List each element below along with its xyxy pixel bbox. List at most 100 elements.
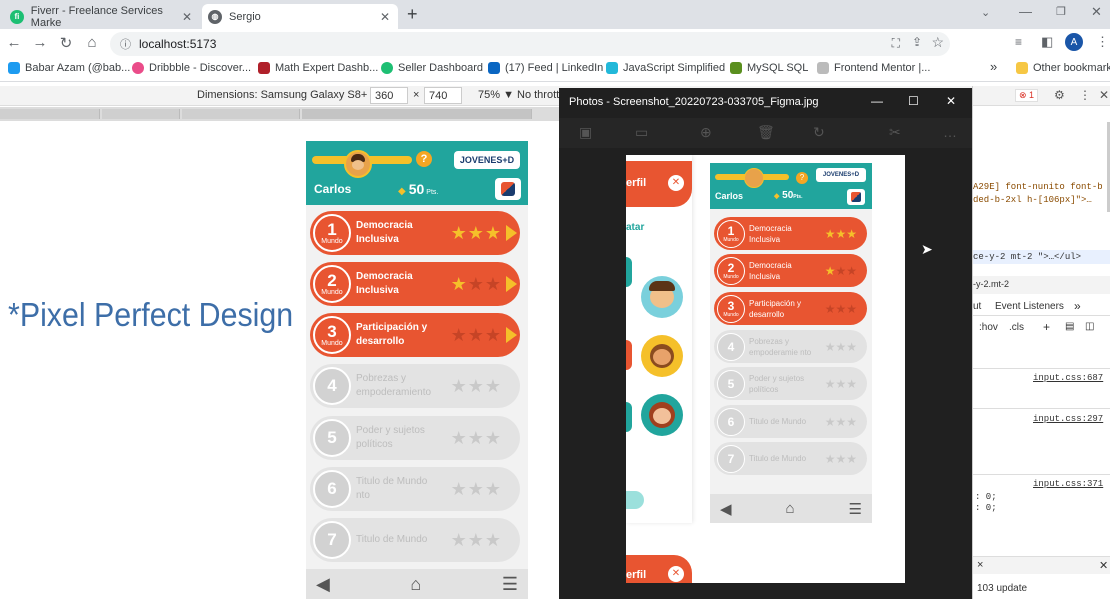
width-input[interactable]: 360 — [370, 87, 408, 104]
home-nav-icon[interactable]: ⌂ — [410, 574, 421, 595]
tab-fiverr[interactable]: fi Fiverr - Freelance Services Marke ✕ — [4, 4, 200, 29]
close-icon[interactable]: ✕ — [946, 94, 956, 108]
mini-help-icon: ? — [796, 172, 808, 184]
minimize-icon[interactable]: — — [1019, 4, 1032, 19]
paint-icon[interactable]: ▤ — [1065, 321, 1074, 332]
side-panel-icon[interactable]: ◧ — [1041, 34, 1053, 50]
new-rule-button[interactable]: + — [1043, 320, 1050, 334]
more-icon[interactable]: … — [943, 124, 957, 140]
hov-toggle[interactable]: :hov — [979, 322, 998, 333]
world-card-5[interactable]: 5 Poder y sujetos políticos ★★★ — [310, 416, 520, 460]
source-link[interactable]: input.css:297 — [1033, 414, 1103, 424]
drawer-close-icon[interactable]: × — [977, 559, 983, 571]
other-bookmarks[interactable]: Other bookmarks — [1016, 62, 1110, 74]
height-input[interactable]: 740 — [424, 87, 462, 104]
zoom-select[interactable]: 75% ▼ — [478, 89, 514, 101]
star-icon: ★ — [835, 301, 847, 316]
world-card-2[interactable]: 2 Mundo Democracia Inclusiva ★★★ — [310, 262, 520, 306]
bookmark-item[interactable]: (17) Feed | LinkedIn — [488, 62, 603, 74]
star-icon: ★ — [835, 339, 847, 354]
star-icon: ★ — [824, 451, 836, 466]
mundo-label: Mundo — [321, 339, 343, 347]
mundo-label: Mundo — [321, 288, 343, 296]
bookmark-item[interactable]: Frontend Mentor |... — [817, 62, 930, 74]
mini-world-card-6: 6 Titulo de Mundo ★★★ — [714, 405, 867, 438]
star-icon: ★ — [846, 451, 857, 466]
points-display: ◆ 50 Pts. — [398, 181, 438, 197]
url-bar[interactable]: ⓘ localhost:5173 ⛶ ⇪ ☆ — [110, 32, 950, 56]
world-card-7[interactable]: 7 Titulo de Mundo ★★★ — [310, 518, 520, 562]
more-bookmarks-button[interactable]: » — [990, 59, 997, 74]
close-icon[interactable]: ✕ — [380, 10, 390, 24]
world-title: Participación y desarrollo — [749, 298, 802, 319]
image-icon[interactable]: ▣ — [579, 124, 592, 141]
dom-line[interactable]: ded-b-2xl h-[106px]">… — [973, 195, 1092, 205]
settings-icon[interactable]: ⚙ — [1054, 88, 1065, 102]
share-icon[interactable]: ⇪ — [912, 35, 922, 49]
delete-icon[interactable]: 🗑 — [757, 124, 775, 141]
translate-icon[interactable]: ⛶ — [892, 36, 900, 51]
tab-search-icon[interactable]: ⌄ — [981, 6, 990, 19]
bookmark-item[interactable]: Seller Dashboard — [381, 62, 483, 74]
bookmark-item[interactable]: MySQL SQL — [730, 62, 808, 74]
world-card-4[interactable]: 4 Pobrezas y empoderamiento ★★★ — [310, 364, 520, 408]
menu-icon[interactable]: ⋮ — [1096, 34, 1109, 50]
menu-nav-icon[interactable]: ☰ — [502, 574, 518, 595]
error-badge[interactable]: ⊗ 1 — [1015, 89, 1039, 102]
star-icon: ★ — [450, 273, 468, 294]
more-icon[interactable]: ⋮ — [1079, 88, 1091, 102]
reload-icon[interactable]: ↻ — [56, 34, 76, 52]
play-icon[interactable] — [506, 225, 517, 241]
star-icon[interactable]: ☆ — [931, 34, 944, 51]
avatar[interactable] — [344, 150, 372, 178]
reading-list-icon[interactable]: ≡ — [1015, 35, 1022, 49]
crop-icon[interactable]: ✂ — [889, 124, 901, 141]
cls-toggle[interactable]: .cls — [1009, 322, 1024, 333]
tab-sergio[interactable]: ◍ Sergio ✕ — [202, 4, 398, 29]
dimensions-select[interactable]: Dimensions: Samsung Galaxy S8+ ▼ — [197, 89, 381, 101]
back-nav-icon[interactable]: ◀ — [316, 574, 330, 595]
tab-event-listeners[interactable]: Event Listeners — [995, 301, 1064, 312]
close-icon[interactable]: ✕ — [182, 10, 192, 24]
help-icon[interactable]: ? — [416, 151, 432, 167]
tab-layout[interactable]: ut — [973, 301, 981, 312]
drawer-tabs: × ✕ — [973, 556, 1110, 574]
forward-icon[interactable]: → — [30, 34, 50, 51]
dom-line[interactable]: A29E] font-nunito font-b — [973, 182, 1103, 192]
close-devtools-icon[interactable]: ✕ — [1099, 88, 1109, 102]
new-tab-button[interactable]: + — [407, 4, 418, 25]
bookmark-item[interactable]: Dribbble - Discover... — [132, 62, 251, 74]
source-link[interactable]: input.css:371 — [1033, 479, 1103, 489]
tab-strip: fi Fiverr - Freelance Services Marke ✕ ◍… — [0, 0, 1110, 29]
bookmark-item[interactable]: Math Expert Dashb... — [258, 62, 378, 74]
bookmark-item[interactable]: JavaScript Simplified — [606, 62, 725, 74]
star-icon: ★ — [484, 375, 502, 396]
world-card-3[interactable]: 3 Mundo Participación y desarrollo ★★★ — [310, 313, 520, 357]
restore-icon[interactable]: ❐ — [1056, 5, 1066, 18]
app-logo-icon[interactable] — [495, 178, 521, 200]
source-link[interactable]: input.css:687 — [1033, 373, 1103, 383]
minimize-icon[interactable]: — — [871, 94, 883, 108]
avatar[interactable]: A — [1065, 33, 1083, 51]
back-icon[interactable]: ← — [4, 34, 24, 51]
star-rating: ★★★ — [825, 377, 857, 391]
rotate-icon[interactable]: ↻ — [813, 124, 825, 141]
more-tabs[interactable]: » — [1074, 299, 1081, 313]
world-card-1[interactable]: 1 Mundo Democracia Inclusiva ★★★ — [310, 211, 520, 255]
maximize-icon[interactable]: ☐ — [908, 94, 919, 108]
home-icon[interactable]: ⌂ — [82, 34, 102, 51]
photos-toolbar: ▣ ▭ ⊕ 🗑 ↻ ✂ … — [559, 118, 972, 148]
zoom-icon[interactable]: ⊕ — [700, 124, 712, 141]
star-rating: ★★★ — [825, 302, 857, 316]
drawer-close-right-icon[interactable]: ✕ — [1099, 559, 1108, 572]
breadcrumb[interactable]: -y-2.mt-2 — [973, 276, 1110, 294]
close-window-icon[interactable]: ✕ — [1091, 4, 1102, 20]
play-icon[interactable] — [506, 276, 517, 292]
bookmark-item[interactable]: Babar Azam (@bab... — [8, 62, 130, 74]
edit-icon[interactable]: ▭ — [635, 124, 648, 141]
throttle-select[interactable]: No thrott — [517, 89, 559, 101]
world-card-6[interactable]: 6 Titulo de Mundo nto ★★★ — [310, 467, 520, 511]
play-icon[interactable] — [506, 327, 517, 343]
dom-line-selected[interactable]: ce-y-2 mt-2 ">…</ul> — [973, 250, 1110, 264]
sidebar-toggle-icon[interactable]: ◫ — [1085, 321, 1094, 332]
